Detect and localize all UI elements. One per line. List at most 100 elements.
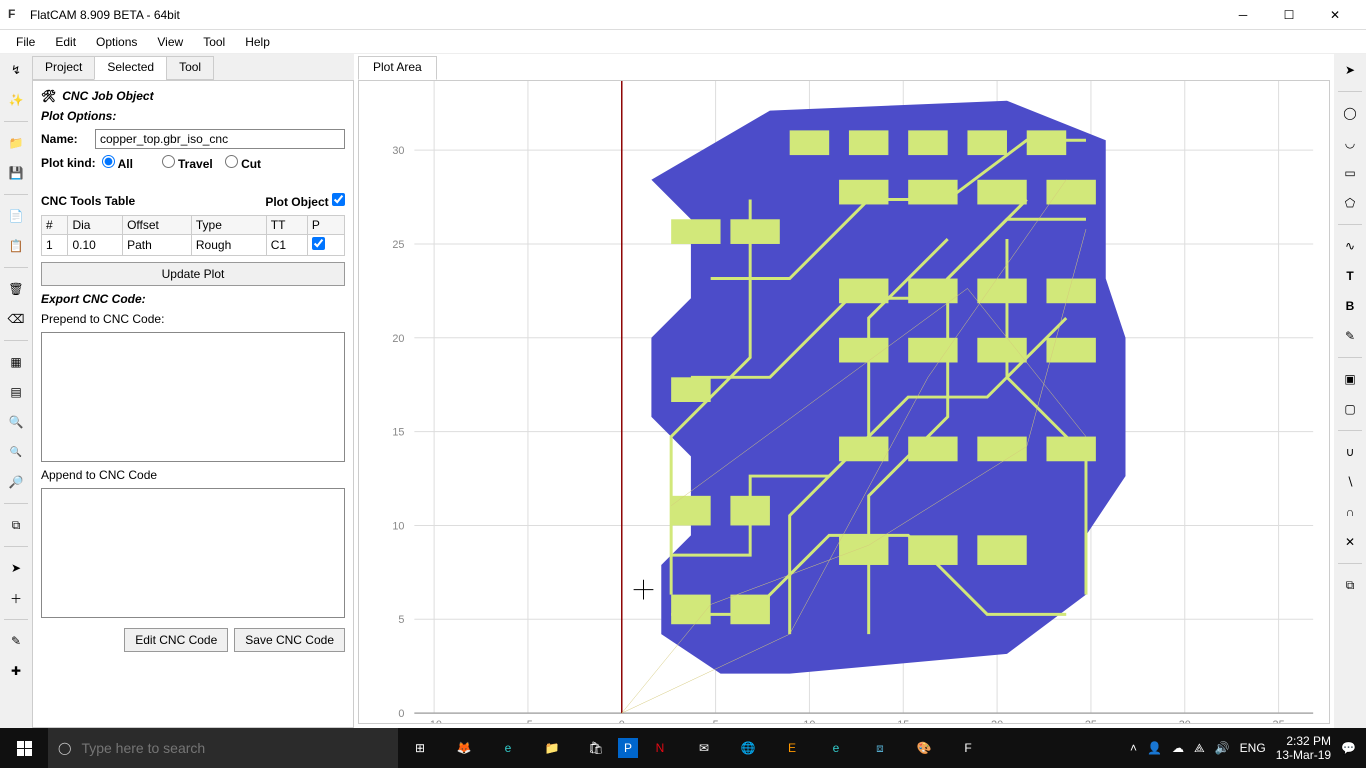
- side-tabs: Project Selected Tool: [32, 56, 354, 80]
- rect-tool-icon[interactable]: ▭: [1338, 161, 1362, 185]
- measure-icon[interactable]: ✎: [4, 629, 28, 653]
- arc-tool-icon[interactable]: ◡: [1338, 131, 1362, 155]
- col-dia[interactable]: Dia: [68, 216, 123, 235]
- notifications-icon[interactable]: 💬: [1341, 741, 1356, 755]
- chrome-icon[interactable]: 🌐: [726, 728, 770, 768]
- pointer-icon[interactable]: ➤: [4, 556, 28, 580]
- tab-selected[interactable]: Selected: [94, 56, 167, 80]
- taskview-icon[interactable]: ⊞: [398, 728, 442, 768]
- menu-edit[interactable]: Edit: [45, 33, 86, 51]
- append-label: Append to CNC Code: [41, 468, 345, 482]
- tools-table-header-row: CNC Tools Table Plot Object: [41, 193, 345, 209]
- explorer-icon[interactable]: 📁: [530, 728, 574, 768]
- duplicate-tool-icon[interactable]: ⧉: [1338, 573, 1362, 597]
- cell-p[interactable]: [307, 235, 344, 256]
- flatcam-icon[interactable]: F: [946, 728, 990, 768]
- plot-area[interactable]: 0 5 10 15 20 25 30 -10 -5 0 5 10 15 20 2…: [358, 80, 1330, 724]
- tab-plot-area[interactable]: Plot Area: [358, 56, 437, 80]
- update-plot-button[interactable]: Update Plot: [41, 262, 345, 286]
- new-gerber-icon[interactable]: ↯: [4, 58, 28, 82]
- prepend-code-box[interactable]: [41, 332, 345, 462]
- tab-project[interactable]: Project: [32, 56, 95, 80]
- save-cnc-button[interactable]: Save CNC Code: [234, 628, 345, 652]
- svg-text:-5: -5: [523, 719, 533, 723]
- tab-tool[interactable]: Tool: [166, 56, 214, 80]
- table-row[interactable]: 1 0.10 Path Rough C1: [42, 235, 345, 256]
- eagle-icon[interactable]: E: [770, 728, 814, 768]
- col-offset[interactable]: Offset: [123, 216, 192, 235]
- menu-view[interactable]: View: [147, 33, 193, 51]
- panel-title: 🛠 CNC Job Object: [41, 89, 345, 103]
- delete-icon[interactable]: 🗑: [4, 277, 28, 301]
- menu-options[interactable]: Options: [86, 33, 147, 51]
- cut-tool-icon[interactable]: ✕: [1338, 530, 1362, 554]
- col-tt[interactable]: TT: [266, 216, 307, 235]
- append-code-box[interactable]: [41, 488, 345, 618]
- new-excellon-icon[interactable]: ✨: [4, 88, 28, 112]
- tray-up-icon[interactable]: ˄: [1130, 741, 1137, 755]
- snap-icon[interactable]: ✚: [4, 659, 28, 683]
- clock[interactable]: 2:32 PM 13-Mar-19: [1276, 734, 1331, 763]
- svg-text:35: 35: [1273, 719, 1285, 723]
- select-tool-icon[interactable]: ➤: [1338, 58, 1362, 82]
- onedrive-icon[interactable]: ☁: [1172, 741, 1184, 755]
- zoom-fit-icon[interactable]: 🔎: [4, 470, 28, 494]
- name-field[interactable]: [95, 129, 345, 149]
- edge-icon[interactable]: e: [486, 728, 530, 768]
- ungroup-tool-icon[interactable]: ▢: [1338, 397, 1362, 421]
- select-region-icon[interactable]: ▦: [4, 350, 28, 374]
- netflix-icon[interactable]: N: [638, 728, 682, 768]
- paint-icon[interactable]: 🎨: [902, 728, 946, 768]
- poly-tool-icon[interactable]: ⬠: [1338, 191, 1362, 215]
- language-indicator[interactable]: ENG: [1240, 741, 1266, 755]
- origin-icon[interactable]: ＋: [4, 586, 28, 610]
- svg-text:25: 25: [1085, 719, 1097, 723]
- subtract-tool-icon[interactable]: ∖: [1338, 470, 1362, 494]
- shell-icon[interactable]: ⧉: [4, 513, 28, 537]
- intersect-tool-icon[interactable]: ∩: [1338, 500, 1362, 524]
- union-tool-icon[interactable]: ∪: [1338, 440, 1362, 464]
- select-all-icon[interactable]: ▤: [4, 380, 28, 404]
- pandora-icon[interactable]: P: [618, 738, 638, 758]
- edit-cnc-button[interactable]: Edit CNC Code: [124, 628, 228, 652]
- plot-canvas[interactable]: 0 5 10 15 20 25 30 -10 -5 0 5 10 15 20 2…: [359, 81, 1329, 723]
- start-button[interactable]: [0, 728, 48, 768]
- maximize-button[interactable]: ☐: [1266, 0, 1312, 30]
- radio-cut[interactable]: Cut: [225, 155, 273, 171]
- volume-icon[interactable]: 🔊: [1215, 741, 1230, 755]
- menu-file[interactable]: File: [6, 33, 45, 51]
- open-folder-icon[interactable]: 📁: [4, 131, 28, 155]
- col-idx[interactable]: #: [42, 216, 68, 235]
- eraser-tool-icon[interactable]: ✎: [1338, 324, 1362, 348]
- bold-tool-icon[interactable]: B: [1338, 294, 1362, 318]
- minimize-button[interactable]: ─: [1220, 0, 1266, 30]
- text-tool-icon[interactable]: T: [1338, 264, 1362, 288]
- radio-travel[interactable]: Travel: [162, 155, 213, 171]
- plot-object-toggle[interactable]: Plot Object: [265, 193, 345, 209]
- zoom-out-icon[interactable]: 🔍: [4, 440, 28, 464]
- people-icon[interactable]: 👤: [1147, 741, 1162, 755]
- copy-icon[interactable]: 📄: [4, 204, 28, 228]
- paste-icon[interactable]: 📋: [4, 234, 28, 258]
- network-icon[interactable]: ⟁: [1194, 741, 1205, 756]
- svg-text:20: 20: [392, 333, 404, 345]
- menu-tool[interactable]: Tool: [193, 33, 235, 51]
- mail-icon[interactable]: ✉: [682, 728, 726, 768]
- ie-icon[interactable]: e: [814, 728, 858, 768]
- zoom-in-icon[interactable]: 🔍: [4, 410, 28, 434]
- col-type[interactable]: Type: [191, 216, 266, 235]
- group-tool-icon[interactable]: ▣: [1338, 367, 1362, 391]
- save-icon[interactable]: 💾: [4, 161, 28, 185]
- circle-tool-icon[interactable]: ◯: [1338, 101, 1362, 125]
- menu-help[interactable]: Help: [235, 33, 280, 51]
- taskbar-search[interactable]: ◯: [48, 728, 398, 768]
- firefox-icon[interactable]: 🦊: [442, 728, 486, 768]
- col-p[interactable]: P: [307, 216, 344, 235]
- search-input[interactable]: [81, 740, 388, 756]
- path-tool-icon[interactable]: ∿: [1338, 234, 1362, 258]
- store-icon[interactable]: 🛍: [574, 728, 618, 768]
- radio-all[interactable]: All: [102, 155, 150, 171]
- vscode-icon[interactable]: ⧈: [858, 728, 902, 768]
- close-button[interactable]: ✕: [1312, 0, 1358, 30]
- clear-icon[interactable]: ⌫: [4, 307, 28, 331]
